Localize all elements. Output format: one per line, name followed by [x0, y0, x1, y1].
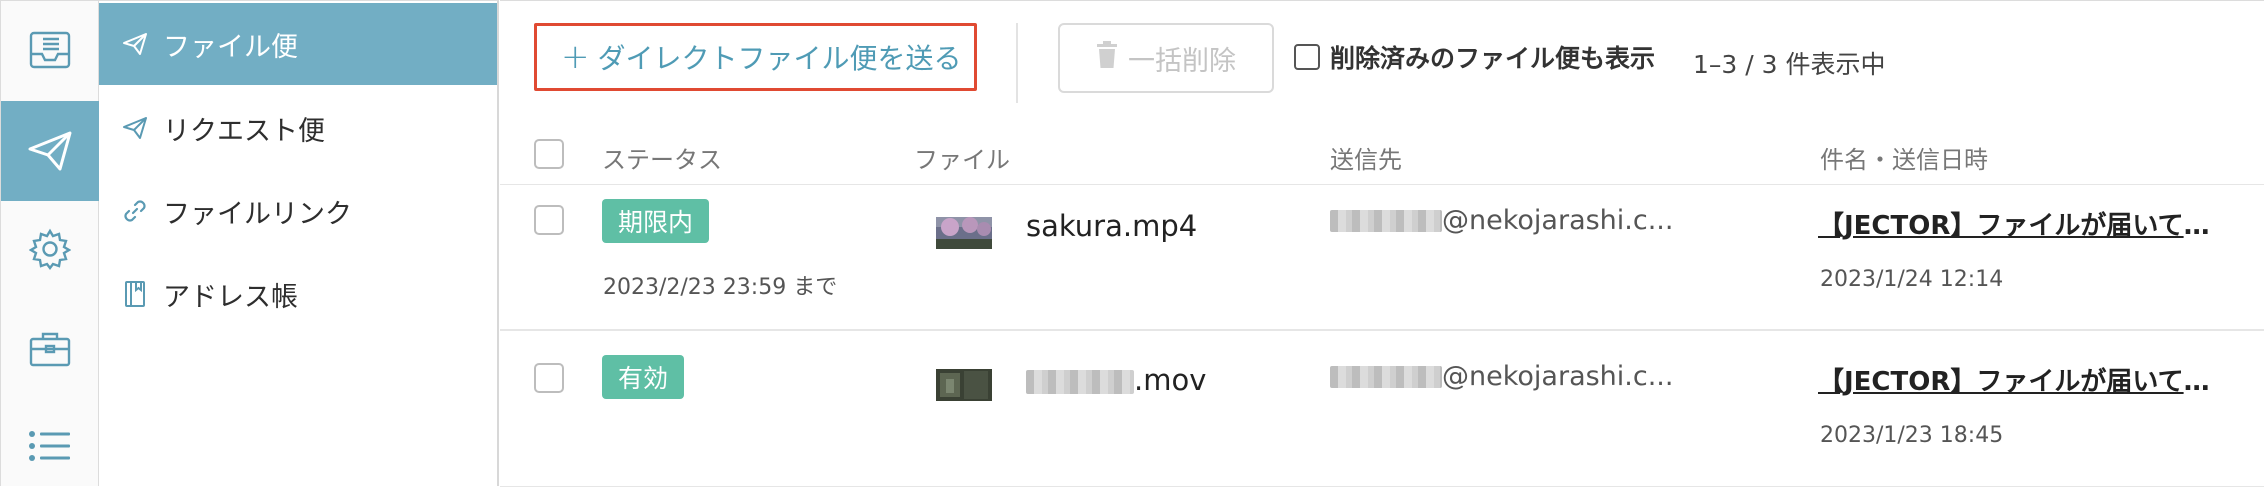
recipient-domain: @nekojarashi.c...: [1442, 361, 1674, 392]
header-file[interactable]: ファイル: [914, 140, 1010, 175]
sidebar-item-label: ファイル便: [163, 31, 298, 63]
rail-item-inbox[interactable]: [1, 1, 99, 99]
sidebar-item-file-bin[interactable]: ファイル便: [99, 3, 497, 85]
row-checkbox[interactable]: [534, 363, 564, 393]
sidebar-item-file-link[interactable]: ファイルリンク: [99, 170, 497, 252]
paper-plane-icon: [26, 129, 74, 173]
gear-icon: [29, 228, 71, 270]
header-subject-date[interactable]: 件名・送信日時: [1820, 140, 1988, 175]
rail-item-list[interactable]: [1, 405, 99, 487]
table-row[interactable]: 有効 .mov @nekojarashi.c... 【JECTOR】ファイルが届…: [500, 331, 2264, 487]
rail-item-send[interactable]: [1, 101, 99, 201]
send-direct-file-button[interactable]: + ダイレクトファイル便を送る: [534, 23, 977, 91]
rail-item-settings[interactable]: [1, 207, 99, 291]
show-deleted-label: 削除済みのファイル便も表示: [1330, 44, 1656, 73]
redacted-text: [1330, 209, 1442, 232]
send-direct-file-label: ダイレクトファイル便を送る: [597, 42, 962, 75]
toolbar-divider: [1016, 23, 1018, 103]
status-badge: 期限内: [602, 199, 710, 243]
file-name[interactable]: .mov: [1026, 363, 1206, 397]
select-all-checkbox[interactable]: [534, 139, 564, 169]
redacted-text: [1026, 370, 1134, 394]
file-thumbnail: [936, 217, 992, 249]
subject-link[interactable]: 【JECTOR】ファイルが届いています: [1818, 361, 2228, 398]
recipient-email: @nekojarashi.c...: [1330, 205, 1673, 236]
sent-datetime: 2023/1/23 18:45: [1820, 423, 2004, 448]
inbox-icon: [28, 30, 72, 70]
show-deleted-toggle[interactable]: 削除済みのファイル便も表示: [1294, 39, 1655, 75]
result-count: 1–3 / 3 件表示中: [1693, 50, 1886, 79]
row-checkbox[interactable]: [534, 205, 564, 235]
main-content: + ダイレクトファイル便を送る 一括削除 削除済みのファイル便も表示 1–3 /…: [500, 0, 2264, 487]
recipient-email: @nekojarashi.c...: [1330, 361, 1673, 392]
plus-icon: +: [561, 37, 590, 77]
bulk-delete-button[interactable]: 一括削除: [1058, 23, 1274, 93]
sidebar-item-label: アドレス帳: [163, 281, 298, 313]
briefcase-icon: [28, 330, 72, 368]
recipient-domain: @nekojarashi.c...: [1442, 205, 1674, 236]
file-name-text: sakura.mp4: [1026, 209, 1198, 243]
rail-item-tools[interactable]: [1, 307, 99, 391]
icon-rail: [0, 0, 99, 486]
link-icon: [119, 195, 151, 227]
file-thumbnail: [936, 369, 992, 401]
status-badge: 有効: [602, 355, 685, 399]
show-deleted-checkbox[interactable]: [1294, 44, 1320, 70]
subject-link[interactable]: 【JECTOR】ファイルが届いています: [1818, 205, 2228, 242]
redacted-text: [1330, 365, 1442, 388]
table-header: ステータス ファイル 送信先 件名・送信日時: [500, 123, 2264, 185]
due-date: 2023/2/23 23:59 まで: [603, 275, 838, 300]
table-row[interactable]: 期限内 2023/2/23 23:59 まで sakura.mp4 @nekoj…: [500, 185, 2264, 331]
sent-datetime: 2023/1/24 12:14: [1820, 267, 2004, 292]
sidebar-item-label: リクエスト便: [163, 115, 325, 147]
sidebar-item-request-bin[interactable]: リクエスト便: [99, 87, 497, 169]
file-name-text: .mov: [1134, 363, 1207, 397]
sidebar: ファイル便 リクエスト便 ファイルリンク アドレス帳: [99, 0, 499, 486]
sidebar-item-label: ファイルリンク: [163, 198, 352, 230]
sidebar-item-address-book[interactable]: アドレス帳: [99, 253, 497, 335]
paper-plane-icon: [119, 112, 151, 144]
header-recipient[interactable]: 送信先: [1330, 140, 1402, 175]
trash-icon: [1096, 40, 1128, 76]
paper-plane-icon: [119, 28, 151, 60]
list-icon: [28, 429, 72, 463]
address-book-icon: [119, 278, 151, 310]
bulk-delete-label: 一括削除: [1128, 45, 1236, 77]
header-status[interactable]: ステータス: [602, 140, 722, 175]
file-name[interactable]: sakura.mp4: [1026, 209, 1197, 243]
